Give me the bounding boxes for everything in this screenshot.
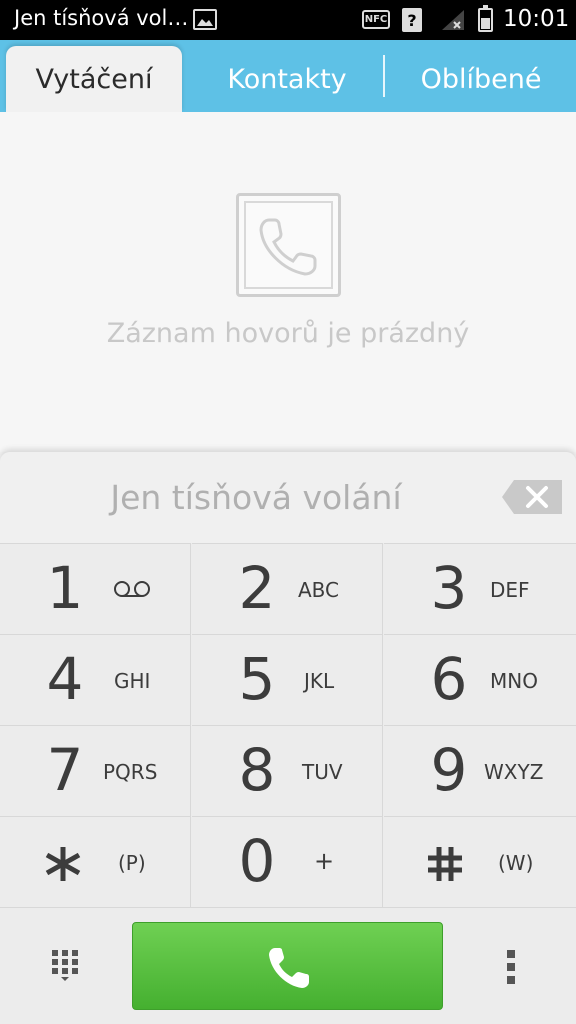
asterisk-icon	[44, 845, 82, 887]
call-icon	[269, 948, 309, 988]
key-digit: 2	[238, 554, 276, 622]
key-letters: MNO	[490, 669, 538, 693]
key-3[interactable]: 3 DEF	[384, 543, 576, 634]
key-1[interactable]: 1	[0, 543, 191, 634]
key-7[interactable]: 7 PQRS	[0, 725, 191, 816]
key-hash[interactable]: (W)	[384, 816, 576, 907]
key-0[interactable]: 0 +	[192, 816, 383, 907]
image-icon	[193, 9, 217, 30]
key-digit: 8	[238, 736, 276, 804]
hash-icon	[426, 845, 464, 887]
key-letters: JKL	[304, 669, 335, 693]
key-letters: PQRS	[103, 760, 158, 784]
key-digit: 6	[430, 645, 468, 713]
phone-icon	[236, 193, 341, 297]
key-digit: 4	[46, 645, 84, 713]
voicemail-icon	[113, 580, 151, 602]
key-4[interactable]: 4 GHI	[0, 634, 191, 725]
key-digit: 7	[46, 736, 84, 804]
key-letters: +	[314, 847, 335, 875]
more-vert-icon[interactable]	[505, 950, 517, 986]
call-button[interactable]	[132, 922, 443, 1010]
tab-divider	[383, 55, 385, 97]
key-letters: WXYZ	[484, 760, 544, 784]
key-2[interactable]: 2 ABC	[192, 543, 383, 634]
key-digit: 5	[238, 645, 276, 713]
notification-title: Jen tísňová vol…	[14, 6, 189, 30]
key-letters: ABC	[298, 578, 340, 602]
dialpad-grid-icon[interactable]	[50, 948, 80, 986]
digits-display[interactable]: Jen tísňová volání	[0, 478, 512, 517]
tab-dialer[interactable]: Vytáčení	[6, 46, 182, 112]
dialpad: Jen tísňová volání 1 2 ABC 3 DEF 4 GHI 5…	[0, 452, 576, 1024]
key-6[interactable]: 6 MNO	[384, 634, 576, 725]
clock: 10:01	[503, 6, 570, 32]
battery-icon	[478, 5, 493, 32]
key-letters: GHI	[114, 669, 151, 693]
key-digit: 9	[430, 736, 468, 804]
key-digit: 3	[430, 554, 468, 622]
key-letters: (W)	[498, 851, 534, 875]
key-digit: 0	[238, 827, 276, 895]
tab-contacts[interactable]: Kontakty	[192, 40, 382, 112]
sim-missing-icon: ?	[402, 8, 422, 32]
key-8[interactable]: 8 TUV	[192, 725, 383, 816]
key-letters: TUV	[302, 760, 343, 784]
call-log: Záznam hovorů je prázdný	[0, 112, 576, 452]
key-5[interactable]: 5 JKL	[192, 634, 383, 725]
status-bar: Jen tísňová vol… NFC ? 10:01	[0, 0, 576, 40]
backspace-icon[interactable]	[500, 478, 564, 516]
dialpad-actions	[0, 907, 576, 1024]
tab-bar: Vytáčení Kontakty Oblíbené	[0, 40, 576, 112]
key-letters: (P)	[118, 851, 146, 875]
signal-icon	[440, 8, 466, 36]
key-digit: 1	[46, 554, 84, 622]
tab-favorites[interactable]: Oblíbené	[386, 40, 576, 112]
key-star[interactable]: (P)	[0, 816, 191, 907]
key-9[interactable]: 9 WXYZ	[384, 725, 576, 816]
empty-call-log-message: Záznam hovorů je prázdný	[106, 318, 470, 349]
nfc-icon: NFC	[362, 10, 390, 29]
digits-display-row: Jen tísňová volání	[0, 452, 576, 543]
key-letters: DEF	[490, 578, 530, 602]
